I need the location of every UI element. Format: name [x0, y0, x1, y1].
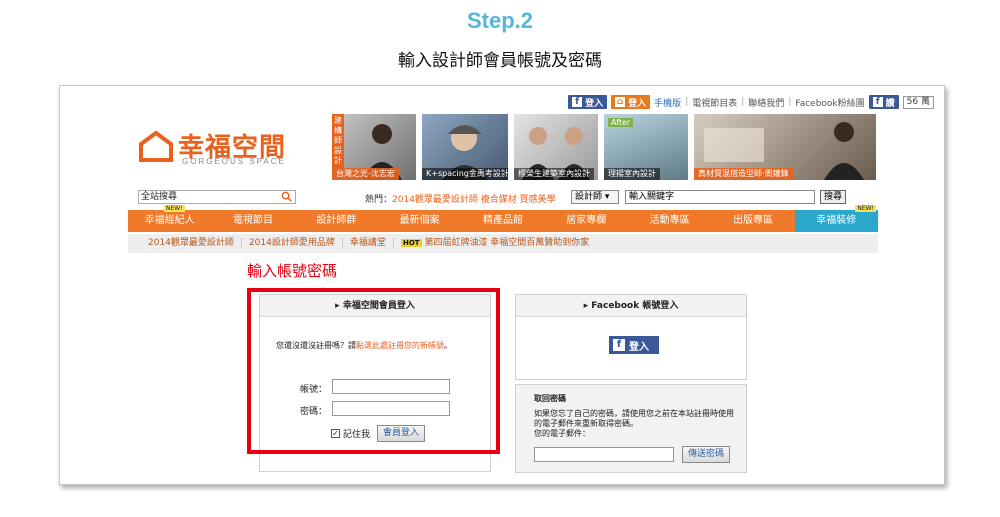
home-icon: ⌂ [615, 97, 626, 107]
facebook-icon: f [613, 339, 625, 351]
facebook-panel-title: ▸ Facebook 帳號登入 [516, 295, 746, 317]
main-nav: 幸福經紀人 NEW! 電視節目 設計師群 最新個案 精產品館 居家專欄 活動專區 … [128, 205, 878, 232]
subnav-item-favorite-designers[interactable]: 2014觀眾最愛設計師 [148, 238, 234, 248]
facebook-login-button[interactable]: f 登入 [568, 95, 608, 109]
category-select[interactable]: 設計師 ▾ [571, 190, 619, 204]
top-utility-bar: f 登入 ⌂ 登入 手機版 | 電視節目表 | 聯絡我們 | Facebook粉… [568, 94, 934, 110]
banner-designer-1[interactable]: 建構師設計 台灣之光-沈志宏 [332, 114, 416, 180]
search-icon[interactable] [281, 191, 292, 202]
facebook-icon: f [872, 97, 883, 107]
recover-title: 取回密碼 [534, 394, 566, 403]
mobile-link[interactable]: 手機版 [654, 96, 681, 109]
like-count: 56 萬 [902, 95, 934, 109]
site-login-button[interactable]: ⌂ 登入 [611, 95, 651, 109]
facebook-like-button[interactable]: f 讚 [868, 95, 899, 109]
facebook-icon: f [572, 97, 583, 107]
chevron-down-icon: ▾ [604, 192, 610, 202]
subnav-item-promo[interactable]: 第四屆虹牌油漆 幸福空間百萬贊助到你家 [424, 238, 589, 248]
sub-nav: 2014觀眾最愛設計師 | 2014設計師愛用品牌 | 幸福講堂 | HOT 第四屆虹牌油漆… [128, 234, 878, 253]
step-title: Step.2 [466, 8, 534, 33]
banner-designer-3[interactable]: 標榮生建築室內設計 [514, 114, 598, 180]
nav-item-products[interactable]: 精產品館 [461, 210, 544, 232]
house-logo-icon [139, 130, 173, 162]
recover-email-input[interactable] [534, 447, 674, 462]
banner-designer-2[interactable]: K+spacing金禹考設計 [422, 114, 508, 180]
nav-item-publishing[interactable]: 出版專區 [711, 210, 794, 232]
keyword-input[interactable]: 輸入關鍵字 [625, 190, 815, 204]
nav-item-cases[interactable]: 最新個案 [378, 210, 461, 232]
new-badge: NEW! [855, 205, 876, 212]
new-badge: NEW! [164, 205, 185, 212]
hot-keyword-links[interactable]: 2014觀眾最愛設計師 複合媒材 質感美學 [392, 195, 556, 205]
recover-description: 如果您忘了自己的密碼，請使用您之前在本站註冊時使用的電子郵件來重新取得密碼。 您… [534, 409, 734, 438]
banner-interior-1[interactable]: After 理揚室內設計 [604, 114, 688, 180]
nav-item-events[interactable]: 活動專區 [628, 210, 711, 232]
nav-item-tv[interactable]: 電視節目 [211, 210, 294, 232]
annotation-label: 輸入帳號密碼 [247, 262, 338, 280]
tutorial-stage: Step.2 輸入設計師會員帳號及密碼 f 登入 ⌂ 登入 手機版 | 電視節目… [0, 0, 1000, 517]
website-screenshot-frame: f 登入 ⌂ 登入 手機版 | 電視節目表 | 聯絡我們 | Facebook粉… [59, 85, 945, 485]
search-row: 全站搜尋 熱門：2014觀眾最愛設計師 複合媒材 質感美學 設計師 ▾ 輸入關鍵… [138, 187, 918, 207]
facebook-fanpage-link[interactable]: Facebook粉絲團 [795, 96, 864, 109]
subnav-item-brands[interactable]: 2014設計師愛用品牌 [249, 238, 335, 248]
logo-english: GORGEOUS SPACE [182, 157, 286, 166]
send-password-button[interactable]: 傳送密碼 [682, 446, 731, 463]
step-subtitle: 輸入設計師會員帳號及密碼 [398, 51, 602, 71]
tv-schedule-link[interactable]: 電視節目表 [692, 96, 737, 109]
banner-interior-2[interactable]: 真材質混搭造型師‧周鐘鋒 [694, 114, 876, 180]
hot-badge: HOT [400, 239, 422, 247]
highlight-box [247, 288, 500, 454]
nav-item-designers[interactable]: 設計師群 [295, 210, 378, 232]
nav-item-renovation[interactable]: 幸福裝修 NEW! [794, 205, 878, 232]
subnav-item-lectures[interactable]: 幸福講堂 [350, 238, 386, 248]
contact-link[interactable]: 聯絡我們 [748, 96, 784, 109]
nav-item-columns[interactable]: 居家專欄 [545, 210, 628, 232]
facebook-connect-button[interactable]: f 登入 [609, 336, 659, 354]
nav-item-agent[interactable]: 幸福經紀人 NEW! [128, 205, 211, 232]
site-search-input[interactable]: 全站搜尋 [138, 190, 296, 204]
hot-keywords: 熱門：2014觀眾最愛設計師 複合媒材 質感美學 [365, 195, 556, 205]
facebook-login-panel: ▸ Facebook 帳號登入 f 登入 [515, 294, 747, 380]
search-button[interactable]: 搜尋 [820, 190, 846, 204]
site-logo[interactable]: 幸福空間 GORGEOUS SPACE [138, 126, 298, 170]
recover-password-panel: 取回密碼 如果您忘了自己的密碼，請使用您之前在本站註冊時使用的電子郵件來重新取得… [515, 384, 747, 473]
